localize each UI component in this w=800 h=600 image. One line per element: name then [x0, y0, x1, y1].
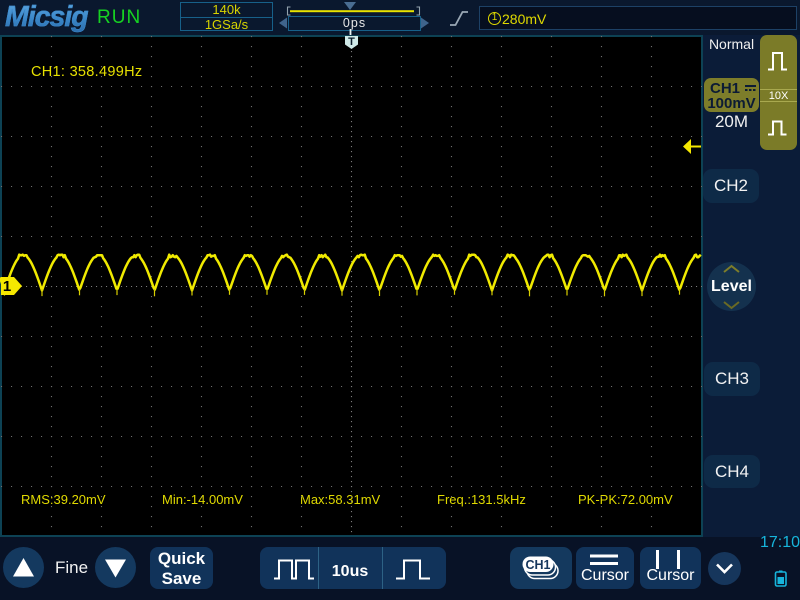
svg-text:CH1: CH1	[525, 558, 550, 572]
svg-text:1: 1	[3, 278, 11, 295]
svg-text:T: T	[348, 36, 355, 48]
